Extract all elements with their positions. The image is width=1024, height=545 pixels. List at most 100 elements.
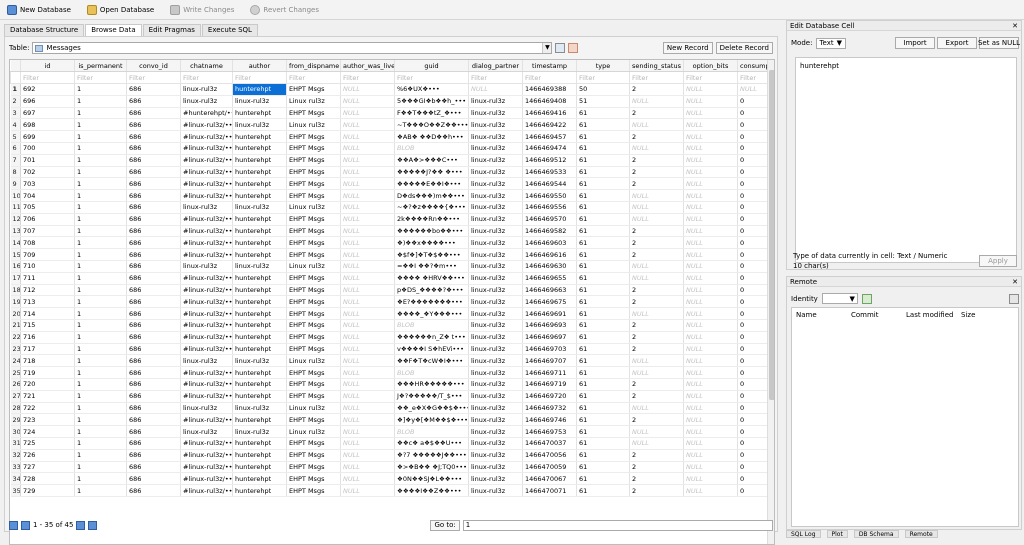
delete-record-button[interactable]: Delete Record [715, 42, 773, 54]
table-cell[interactable]: linux-rul3z [468, 390, 523, 403]
table-cell[interactable]: hunterehpt [232, 225, 287, 238]
table-cell[interactable]: 1466470056 [522, 449, 577, 462]
table-cell[interactable]: NULL [683, 142, 738, 155]
table-cell[interactable]: NULL [683, 225, 738, 238]
table-cell[interactable]: NULL [683, 378, 738, 391]
table-cell[interactable]: ❖E?❖❖❖❖❖❖❖••• [394, 295, 469, 309]
table-cell[interactable]: ~T❖❖❖O❖❖Z❖❖••• [394, 118, 469, 132]
column-header[interactable]: timestamp [522, 60, 577, 73]
table-cell[interactable]: 1466469675 [522, 295, 577, 309]
row-number[interactable]: 5 [10, 130, 21, 144]
row-number[interactable]: 23 [10, 343, 21, 356]
table-cell[interactable]: 686 [126, 413, 181, 427]
table-cell[interactable]: 708 [20, 236, 75, 250]
table-cell[interactable]: 2 [629, 390, 684, 403]
table-cell[interactable]: NULL [629, 95, 684, 108]
table-cell[interactable]: hunterehpt [232, 272, 287, 285]
table-cell[interactable]: EHPT Msgs [286, 390, 341, 403]
table-cell[interactable]: 1466469457 [522, 130, 577, 144]
table-row[interactable]: 35 729 1 686 #linux-rul3z/••• hunterehpt EHPT … [10, 484, 773, 497]
table-cell[interactable]: linux-rul3z [468, 95, 523, 108]
row-number[interactable]: 11 [10, 201, 21, 214]
table-cell[interactable]: 692 [20, 83, 75, 96]
table-row[interactable]: 21 715 1 686 #linux-rul3z/••• hunterehpt EHPT … [10, 319, 773, 332]
table-cell[interactable]: ❖❖F❖T❖cW❖I❖••• [394, 354, 469, 368]
table-cell[interactable]: 1466470067 [522, 472, 577, 486]
row-number[interactable]: 35 [10, 484, 21, 497]
table-cell[interactable]: 61 [576, 201, 630, 214]
table-row[interactable]: 2 696 1 686 linux-rul3z linux-rul3z Linux rul3… [10, 95, 773, 108]
table-cell[interactable]: 686 [126, 118, 181, 132]
table-cell[interactable]: linux-rul3z [468, 189, 523, 203]
table-cell[interactable]: 716 [20, 331, 75, 344]
table-cell[interactable]: linux-rul3z [468, 130, 523, 144]
table-cell[interactable]: linux-rul3z [468, 154, 523, 167]
table-cell[interactable]: hunterehpt [232, 189, 287, 203]
table-cell[interactable]: 705 [20, 201, 75, 214]
table-cell[interactable]: 1466469707 [522, 354, 577, 368]
table-cell[interactable]: NULL [340, 343, 395, 356]
table-cell[interactable]: 61 [576, 225, 630, 238]
table-cell[interactable]: ❖AB❖ ❖❖D❖❖h••• [394, 130, 469, 144]
table-cell[interactable]: #linux-rul3z/••• [180, 307, 233, 321]
table-cell[interactable]: 61 [576, 260, 630, 273]
table-cell[interactable]: NULL [683, 201, 738, 214]
new-record-button[interactable]: New Record [662, 42, 713, 54]
table-cell[interactable]: #linux-rul3z/••• [180, 130, 233, 144]
table-cell[interactable]: linux-rul3z [232, 260, 287, 273]
data-grid[interactable]: id is_permanent convo_id chatname author from… [9, 59, 775, 545]
table-cell[interactable]: 2 [629, 319, 684, 332]
table-cell[interactable]: 686 [126, 307, 181, 321]
table-cell[interactable]: linux-rul3z [180, 425, 233, 438]
table-cell[interactable]: #linux-rul3z/••• [180, 319, 233, 332]
table-cell[interactable]: linux-rul3z [468, 354, 523, 368]
table-cell[interactable]: linux-rul3z [232, 402, 287, 415]
table-cell[interactable]: NULL [340, 142, 395, 155]
table-row[interactable]: 22 716 1 686 #linux-rul3z/••• hunterehpt EHPT … [10, 331, 773, 344]
table-cell[interactable]: 686 [126, 284, 181, 297]
table-cell[interactable]: EHPT Msgs [286, 472, 341, 486]
row-number[interactable]: 7 [10, 154, 21, 167]
table-cell[interactable]: 2 [629, 343, 684, 356]
table-cell[interactable]: 61 [576, 472, 630, 486]
table-cell[interactable]: 2 [629, 331, 684, 344]
table-cell[interactable]: NULL [340, 260, 395, 273]
table-cell[interactable]: 50 [576, 83, 630, 96]
table-cell[interactable]: v❖❖❖❖I S❖hEVi••• [394, 343, 469, 356]
table-cell[interactable]: 1466469630 [522, 260, 577, 273]
table-cell[interactable]: NULL [340, 236, 395, 250]
table-cell[interactable]: 2 [629, 461, 684, 474]
open-database-button[interactable]: Open Database [84, 2, 157, 18]
table-cell[interactable]: 61 [576, 248, 630, 262]
table-cell[interactable]: BLOB [394, 142, 469, 155]
write-changes-button[interactable]: Write Changes [167, 2, 237, 18]
filter-input[interactable]: Filter [576, 71, 630, 85]
table-cell[interactable]: NULL [683, 189, 738, 203]
table-cell[interactable]: 1466469663 [522, 284, 577, 297]
table-cell[interactable]: 1 [74, 307, 127, 321]
row-number[interactable]: 8 [10, 166, 21, 179]
table-cell[interactable]: 707 [20, 225, 75, 238]
table-cell[interactable]: linux-rul3z [468, 248, 523, 262]
row-number[interactable]: 29 [10, 413, 21, 427]
table-row[interactable]: 30 724 1 686 linux-rul3z linux-rul3z Linux rul… [10, 425, 773, 438]
table-cell[interactable]: NULL [629, 402, 684, 415]
table-cell[interactable]: NULL [340, 484, 395, 497]
table-cell[interactable]: NULL [629, 142, 684, 155]
table-cell[interactable]: 1 [74, 378, 127, 391]
table-cell[interactable]: linux-rul3z [180, 95, 233, 108]
table-cell[interactable]: #linux-rul3z/••• [180, 413, 233, 427]
table-cell[interactable]: Linux rul3z [286, 201, 341, 214]
table-row[interactable]: 27 721 1 686 #linux-rul3z/••• hunterehpt EHPT … [10, 390, 773, 403]
table-cell[interactable]: #linux-rul3z/••• [180, 225, 233, 238]
table-cell[interactable]: 1466470059 [522, 461, 577, 474]
table-cell[interactable]: 709 [20, 248, 75, 262]
table-cell[interactable]: hunterehpt [232, 331, 287, 344]
table-cell[interactable]: 686 [126, 154, 181, 167]
table-cell[interactable]: linux-rul3z [180, 354, 233, 368]
table-row[interactable]: 25 719 1 686 #linux-rul3z/••• hunterehpt EHPT … [10, 366, 773, 380]
table-cell[interactable]: 1 [74, 472, 127, 486]
table-cell[interactable]: 706 [20, 213, 75, 226]
table-cell[interactable]: 710 [20, 260, 75, 273]
table-cell[interactable]: EHPT Msgs [286, 343, 341, 356]
